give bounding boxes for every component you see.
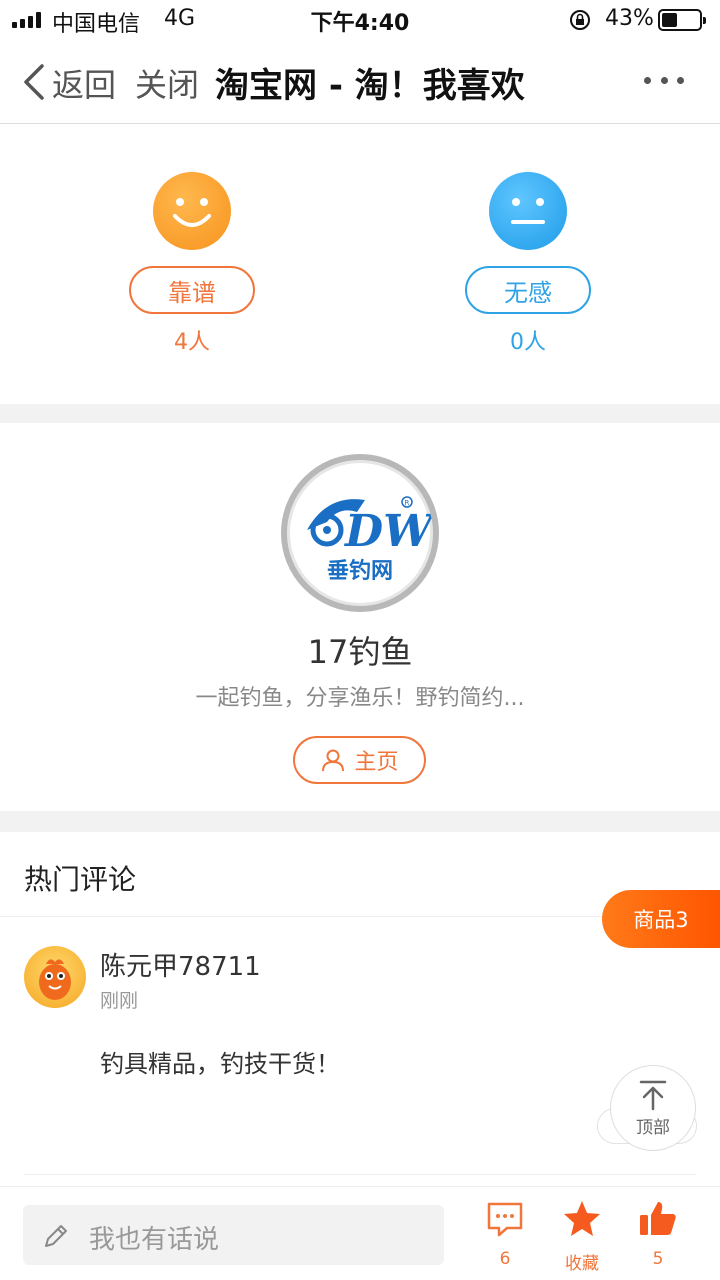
- nav-bar: 返回 关闭 淘宝网 - 淘！我喜欢: [0, 40, 720, 124]
- rotation-lock-icon: [570, 10, 590, 30]
- comment-text: 钓具精品，钓技干货！: [100, 1050, 340, 1078]
- comments-heading: 热门评论: [24, 863, 137, 896]
- meh-button[interactable]: 无感: [465, 266, 591, 314]
- close-button[interactable]: 关闭: [135, 60, 199, 106]
- neutral-face-icon[interactable]: [489, 172, 567, 250]
- svg-text:R: R: [405, 499, 410, 507]
- reliable-count: 4人: [174, 330, 210, 355]
- reliable-button[interactable]: 靠谱: [129, 266, 255, 314]
- user-icon: [322, 749, 345, 772]
- back-to-top-label: 顶部: [636, 1117, 670, 1138]
- pencil-icon: [45, 1225, 67, 1247]
- home-button-label: 主页: [354, 750, 399, 775]
- bottom-bar: 我也有话说 6 收藏 5: [0, 1186, 720, 1280]
- comment-count: 6: [499, 1249, 511, 1269]
- shop-logo[interactable]: DW R 垂钓网: [281, 454, 439, 612]
- shop-name: 17钓鱼: [307, 633, 413, 671]
- chevron-left-icon[interactable]: [20, 62, 48, 102]
- thumbs-up-icon: [640, 1202, 676, 1235]
- comment-input-placeholder: 我也有话说: [89, 1225, 220, 1255]
- comment-bubble-icon: [487, 1202, 523, 1237]
- page-title: 淘宝网 - 淘！我喜欢: [215, 66, 525, 106]
- profile-section: DW R 垂钓网 17钓鱼 一起钓鱼，分享渔乐！野钓简约... 主页: [0, 423, 720, 811]
- smile-face-icon[interactable]: [153, 172, 231, 250]
- arrow-up-icon: [639, 1080, 667, 1110]
- comment-input[interactable]: 我也有话说: [23, 1205, 444, 1265]
- comments-action[interactable]: 6: [465, 1199, 545, 1275]
- section-divider: [0, 811, 720, 832]
- like-action[interactable]: 5: [618, 1199, 698, 1275]
- like-count: 5: [652, 1249, 664, 1269]
- commenter-name[interactable]: 陈元甲78711: [100, 946, 261, 983]
- shop-description: 一起钓鱼，分享渔乐！野钓简约...: [195, 686, 525, 711]
- status-bar: 中国电信 4G 下午4:40 43%: [0, 0, 720, 40]
- svg-text:DW: DW: [343, 506, 433, 557]
- meh-count: 0人: [510, 330, 546, 355]
- goods-button[interactable]: 商品3: [602, 890, 720, 948]
- battery-percent: 43%: [605, 6, 654, 31]
- star-icon: [564, 1201, 600, 1236]
- battery-icon: [658, 9, 706, 31]
- rating-section: 靠谱 4人 无感 0人: [0, 124, 720, 404]
- divider: [24, 1174, 696, 1175]
- back-to-top-button[interactable]: 顶部: [610, 1065, 696, 1151]
- back-button[interactable]: 返回: [52, 60, 116, 106]
- svg-text:垂钓网: 垂钓网: [327, 558, 393, 584]
- comment-time: 刚刚: [100, 990, 139, 1012]
- avatar[interactable]: [24, 946, 86, 1008]
- favorite-label: 收藏: [565, 1254, 599, 1274]
- home-button[interactable]: 主页: [293, 736, 426, 784]
- more-options-icon[interactable]: [644, 70, 684, 90]
- section-divider: [0, 404, 720, 423]
- favorite-action[interactable]: 收藏: [542, 1199, 622, 1275]
